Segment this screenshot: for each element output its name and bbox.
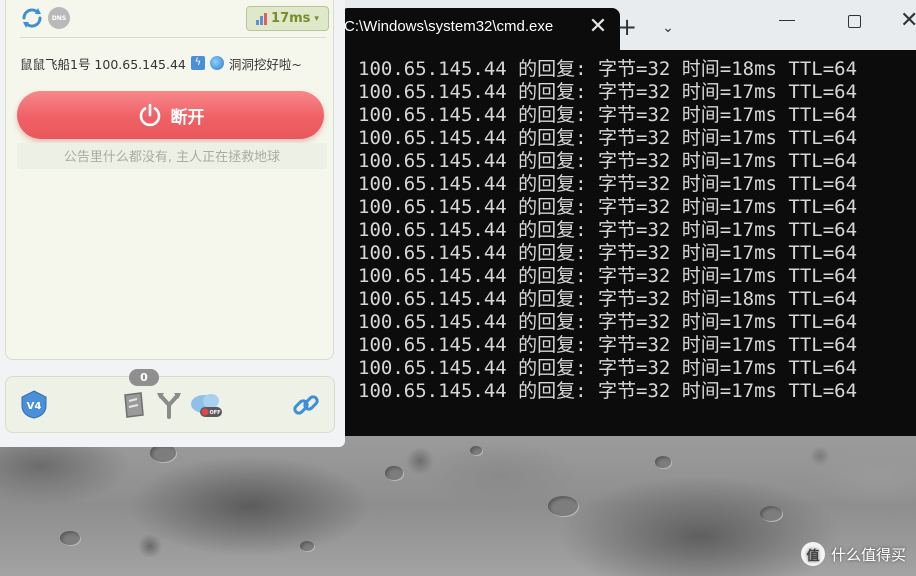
vpn-client-window: DNS 17ms ▾ 鼠鼠飞船1号 100.65.145.44 ϟ 洞洞挖好啦~… xyxy=(0,0,345,447)
bar-chart-icon xyxy=(256,12,268,25)
terminal-line: 100.65.145.44 的回复: 字节=32 时间=17ms TTL=64 xyxy=(358,265,858,287)
cloud-toggle-icon[interactable]: OFF xyxy=(189,389,223,421)
moon-crater xyxy=(60,531,80,545)
terminal-line: 100.65.145.44 的回复: 字节=32 时间=18ms TTL=64 xyxy=(358,58,858,80)
divider xyxy=(20,37,326,38)
tab-dropdown-button[interactable]: ⌄ xyxy=(657,16,679,40)
moon-crater xyxy=(300,541,314,551)
link-icon[interactable] xyxy=(291,390,321,420)
globe-icon xyxy=(209,56,224,70)
top-bar: DNS 17ms ▾ xyxy=(20,5,330,33)
notification-badge: 0 xyxy=(129,369,159,386)
terminal-line: 100.65.145.44 的回复: 字节=32 时间=17ms TTL=64 xyxy=(358,334,858,356)
desktop-wallpaper: 值 什么值得买 xyxy=(0,436,916,576)
flash-icon: ϟ xyxy=(190,56,205,70)
watermark-text: 什么值得买 xyxy=(830,545,906,564)
terminal-line: 100.65.145.44 的回复: 字节=32 时间=17ms TTL=64 xyxy=(358,242,858,264)
terminal-line: 100.65.145.44 的回复: 字节=32 时间=17ms TTL=64 xyxy=(358,81,858,103)
disconnect-button[interactable]: 断开 xyxy=(17,91,324,139)
terminal-line: 100.65.145.44 的回复: 字节=32 时间=17ms TTL=64 xyxy=(358,150,858,172)
main-panel: DNS 17ms ▾ 鼠鼠飞船1号 100.65.145.44 ϟ 洞洞挖好啦~… xyxy=(5,0,334,360)
watermark: 值 什么值得买 xyxy=(800,542,906,566)
off-label: OFF xyxy=(209,410,220,416)
terminal-line: 100.65.145.44 的回复: 字节=32 时间=17ms TTL=64 xyxy=(358,127,858,149)
v4-icon[interactable]: V4 xyxy=(20,389,48,419)
shield-icon[interactable] xyxy=(119,389,149,421)
power-icon xyxy=(139,103,160,127)
moon-crater xyxy=(385,466,403,480)
ping-value: 17ms xyxy=(271,11,311,26)
server-status-text: 洞洞挖好啦~ xyxy=(228,56,302,72)
terminal-line: 100.65.145.44 的回复: 字节=32 时间=18ms TTL=64 xyxy=(358,288,858,310)
terminal-line: 100.65.145.44 的回复: 字节=32 时间=17ms TTL=64 xyxy=(358,173,858,195)
server-name: 鼠鼠飞船1号 100.65.145.44 xyxy=(20,56,186,72)
watermark-logo-icon: 值 xyxy=(800,542,825,566)
new-tab-button[interactable]: + xyxy=(616,15,638,40)
bottom-toolbar: V4 0 OFF xyxy=(5,369,335,433)
terminal-window: C:\Windows\system32\cmd.exe ✕ + ⌄ ✕ 100.… xyxy=(320,0,916,436)
announcement-text: 公告里什么都没有, 主人正在拯救地球 xyxy=(17,143,327,169)
terminal-titlebar[interactable]: C:\Windows\system32\cmd.exe ✕ + ⌄ ✕ xyxy=(320,0,916,50)
moon-crater xyxy=(548,496,578,516)
ping-selector[interactable]: 17ms ▾ xyxy=(246,6,329,31)
maximize-button[interactable] xyxy=(848,15,861,28)
moon-crater xyxy=(470,446,482,455)
dns-icon[interactable]: DNS xyxy=(48,7,70,29)
terminal-output[interactable]: 100.65.145.44 的回复: 字节=32 时间=18ms TTL=64 1… xyxy=(358,58,916,403)
moon-crater xyxy=(655,456,671,468)
chevron-down-icon: ▾ xyxy=(314,13,319,24)
minimize-button[interactable] xyxy=(779,20,795,21)
window-close-button[interactable]: ✕ xyxy=(900,8,916,34)
fork-icon[interactable] xyxy=(154,389,184,421)
v4-label: V4 xyxy=(27,401,42,412)
refresh-icon[interactable] xyxy=(20,6,44,30)
moon-crater xyxy=(760,506,782,521)
terminal-line: 100.65.145.44 的回复: 字节=32 时间=17ms TTL=64 xyxy=(358,219,858,241)
tab-close-icon[interactable]: ✕ xyxy=(586,14,610,40)
terminal-tab[interactable]: C:\Windows\system32\cmd.exe ✕ xyxy=(340,8,620,50)
terminal-line: 100.65.145.44 的回复: 字节=32 时间=17ms TTL=64 xyxy=(358,357,858,379)
disconnect-label: 断开 xyxy=(170,107,205,128)
terminal-line: 100.65.145.44 的回复: 字节=32 时间=17ms TTL=64 xyxy=(358,104,858,126)
terminal-tab-title: C:\Windows\system32\cmd.exe xyxy=(344,18,554,35)
terminal-line: 100.65.145.44 的回复: 字节=32 时间=17ms TTL=64 xyxy=(358,311,858,333)
server-row[interactable]: 鼠鼠飞船1号 100.65.145.44 ϟ 洞洞挖好啦~ xyxy=(20,53,330,73)
terminal-line: 100.65.145.44 的回复: 字节=32 时间=17ms TTL=64 xyxy=(358,196,858,218)
terminal-line: 100.65.145.44 的回复: 字节=32 时间=17ms TTL=64 xyxy=(358,380,858,402)
